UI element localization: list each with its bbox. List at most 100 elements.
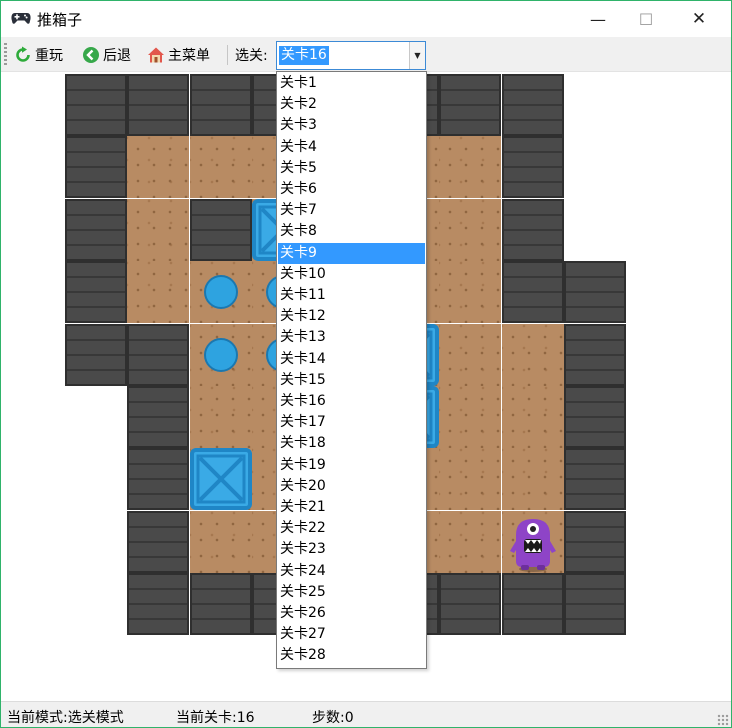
floor-tile	[439, 386, 501, 448]
close-button[interactable]: ✕	[676, 1, 722, 37]
level-select-value: 关卡16	[279, 46, 329, 65]
refresh-icon	[16, 46, 30, 62]
wall-tile	[127, 386, 189, 448]
level-option[interactable]: 关卡8	[278, 221, 425, 242]
status-steps: 步数:0	[312, 710, 354, 726]
level-option[interactable]: 关卡3	[278, 115, 425, 136]
box-crate	[190, 448, 252, 510]
level-select[interactable]: 关卡16 ▼	[276, 41, 426, 70]
level-option[interactable]: 关卡10	[278, 264, 425, 285]
floor-tile	[127, 136, 189, 198]
player-monster	[502, 511, 564, 573]
wall-tile	[564, 573, 626, 635]
floor-tile	[439, 448, 501, 510]
level-option[interactable]: 关卡24	[278, 561, 425, 582]
level-option[interactable]: 关卡27	[278, 624, 425, 645]
wall-tile	[127, 448, 189, 510]
wall-tile	[127, 324, 189, 386]
level-dropdown-list: 关卡1 关卡2 关卡3 关卡4 关卡5 关卡6 关卡7 关卡8 关卡9 关卡10 关卡11 关卡12 关…	[276, 71, 427, 669]
wall-tile	[564, 448, 626, 510]
level-option[interactable]: 关卡14	[278, 349, 425, 370]
wall-tile	[190, 573, 252, 635]
wall-tile	[65, 324, 127, 386]
target-spot	[204, 338, 238, 372]
level-option[interactable]: 关卡12	[278, 306, 425, 327]
wall-tile	[65, 136, 127, 198]
chevron-down-icon[interactable]: ▼	[409, 42, 425, 69]
level-option[interactable]: 关卡26	[278, 603, 425, 624]
floor-tile	[502, 448, 564, 510]
level-option[interactable]: 关卡28	[278, 645, 425, 666]
wall-tile	[502, 573, 564, 635]
wall-tile	[127, 573, 189, 635]
floor-tile	[439, 511, 501, 573]
level-option[interactable]: 关卡15	[278, 370, 425, 391]
level-option[interactable]: 关卡5	[278, 158, 425, 179]
level-option[interactable]: 关卡18	[278, 433, 425, 454]
floor-tile	[127, 261, 189, 323]
select-level-label: 选关:	[235, 48, 268, 64]
wall-tile	[190, 199, 252, 261]
undo-button[interactable]: 后退	[82, 44, 131, 66]
toolbar-grip[interactable]	[4, 43, 7, 65]
floor-tile	[190, 386, 252, 448]
level-option[interactable]: 关卡20	[278, 476, 425, 497]
level-option[interactable]: 关卡16	[278, 391, 425, 412]
wall-tile	[439, 74, 501, 136]
wall-tile	[65, 199, 127, 261]
wall-tile	[127, 511, 189, 573]
level-option[interactable]: 关卡4	[278, 137, 425, 158]
level-option[interactable]: 关卡17	[278, 412, 425, 433]
status-level: 当前关卡:16	[176, 710, 255, 726]
level-option[interactable]: 关卡1	[278, 73, 425, 94]
level-option[interactable]: 关卡6	[278, 179, 425, 200]
replay-button[interactable]: 重玩	[14, 44, 63, 66]
main-menu-button[interactable]: 主菜单	[147, 44, 210, 66]
level-option[interactable]: 关卡19	[278, 455, 425, 476]
level-option[interactable]: 关卡7	[278, 200, 425, 221]
wall-tile	[502, 199, 564, 261]
floor-tile	[502, 324, 564, 386]
status-mode: 当前模式:选关模式	[7, 710, 124, 726]
status-bar: 当前模式:选关模式 当前关卡:16 步数:0	[1, 701, 731, 727]
toolbar-separator	[227, 45, 228, 65]
floor-tile	[439, 136, 501, 198]
wall-tile	[564, 511, 626, 573]
game-window: 推箱子 — ☐ ✕ 重玩 后退 主菜单 选关: 关卡16 ▼ 关卡1 关卡2 关…	[0, 0, 732, 728]
target-spot	[204, 275, 238, 309]
gamepad-icon	[11, 13, 31, 24]
wall-tile	[65, 261, 127, 323]
floor-tile	[439, 199, 501, 261]
level-option[interactable]: 关卡23	[278, 539, 425, 560]
level-option[interactable]: 关卡2	[278, 94, 425, 115]
floor-tile	[439, 261, 501, 323]
wall-tile	[190, 74, 252, 136]
level-option[interactable]: 关卡9	[278, 242, 425, 264]
wall-tile	[564, 324, 626, 386]
window-title: 推箱子	[37, 11, 83, 29]
wall-tile	[65, 74, 127, 136]
resize-grip[interactable]	[717, 714, 729, 726]
level-option[interactable]: 关卡11	[278, 285, 425, 306]
main-menu-label: 主菜单	[168, 48, 210, 64]
maximize-button[interactable]: ☐	[623, 1, 669, 37]
minimize-button[interactable]: —	[575, 1, 621, 37]
level-option[interactable]: 关卡25	[278, 582, 425, 603]
floor-tile	[502, 386, 564, 448]
wall-tile	[439, 573, 501, 635]
back-arrow-icon	[83, 47, 99, 63]
title-bar: 推箱子 — ☐ ✕	[1, 1, 731, 37]
wall-tile	[564, 386, 626, 448]
home-icon	[148, 47, 164, 63]
floor-tile	[190, 136, 252, 198]
level-option[interactable]: 关卡13	[278, 327, 425, 348]
undo-label: 后退	[103, 48, 131, 64]
floor-tile	[190, 511, 252, 573]
wall-tile	[502, 261, 564, 323]
wall-tile	[502, 74, 564, 136]
floor-tile	[127, 199, 189, 261]
level-option[interactable]: 关卡21	[278, 497, 425, 518]
wall-tile	[564, 261, 626, 323]
level-option[interactable]: 关卡22	[278, 518, 425, 539]
wall-tile	[127, 74, 189, 136]
